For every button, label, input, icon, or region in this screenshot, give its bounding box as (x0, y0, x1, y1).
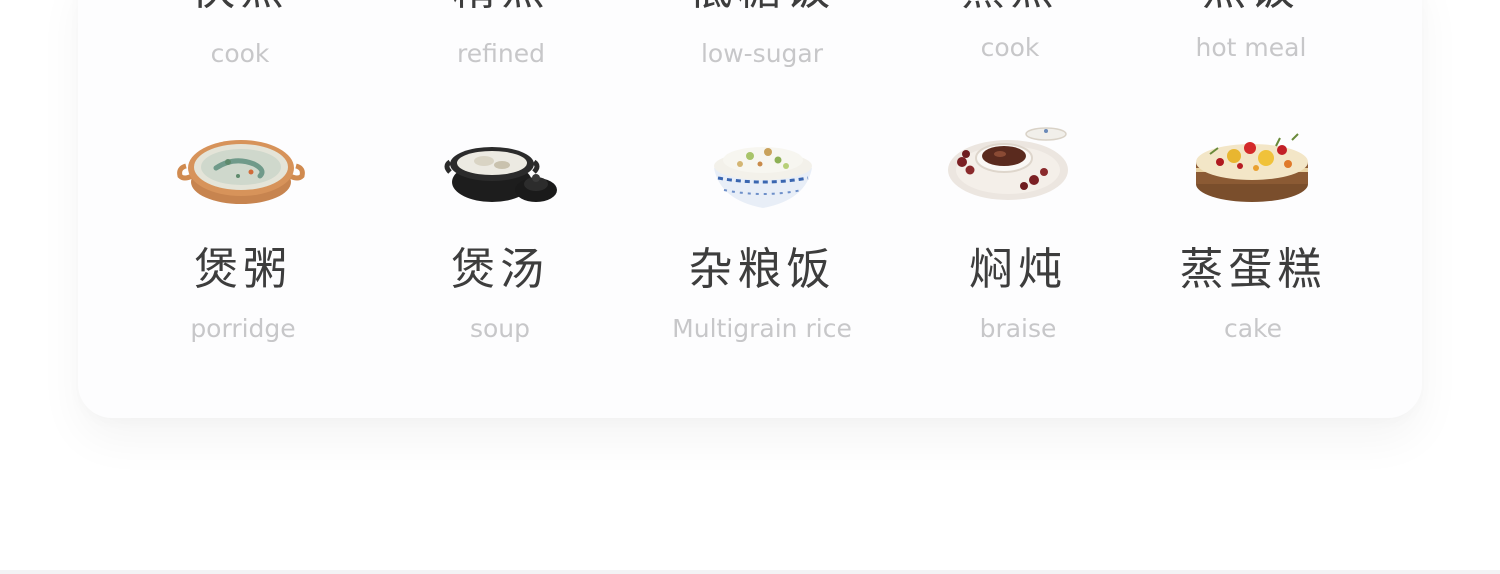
mode-title: 低糖饭 (662, 0, 862, 12)
mode-title: 热饭 (1151, 0, 1351, 12)
mode-item-soup[interactable]: 煲汤 soup (400, 244, 600, 343)
mode-title: 煲粥 (194, 244, 292, 295)
mode-title: 杂粮饭 (688, 244, 836, 295)
mode-item-steam-cook[interactable]: 蒸煮 cook (910, 0, 1110, 60)
mode-item-braise[interactable]: 焖炖 braise (918, 244, 1118, 343)
mode-subtitle: porridge (190, 314, 296, 343)
mode-subtitle: cook (980, 33, 1040, 62)
mode-title: 蒸煮 (910, 0, 1110, 12)
mode-subtitle: Multigrain rice (672, 314, 852, 343)
mode-subtitle: refined (457, 39, 545, 68)
mode-subtitle: cook (210, 39, 270, 68)
cake-icon (1196, 133, 1308, 202)
mode-subtitle: braise (979, 314, 1057, 343)
mode-title: 煲汤 (451, 244, 549, 295)
mode-item-steamed-cake[interactable]: 蒸蛋糕 cake (1153, 244, 1353, 343)
mode-subtitle: soup (469, 314, 531, 343)
mode-title: 焖炖 (969, 244, 1067, 295)
rice-bowl-icon (714, 147, 812, 208)
mode-title: 精煮 (401, 0, 601, 12)
mode-item-hot-meal[interactable]: 热饭 hot meal (1151, 0, 1351, 60)
porridge-bowl-icon (177, 140, 305, 204)
mode-subtitle: low-sugar (700, 39, 824, 68)
mode-subtitle: hot meal (1195, 33, 1307, 62)
mode-title: 蒸蛋糕 (1179, 244, 1327, 295)
mode-item-quick-cook[interactable]: 快煮 cook (140, 0, 340, 66)
mode-item-low-sugar-rice[interactable]: 低糖饭 low-sugar (662, 0, 862, 66)
mode-item-refined-cook[interactable]: 精煮 refined (401, 0, 601, 66)
bottom-divider (0, 570, 1500, 574)
mode-subtitle: cake (1223, 314, 1283, 343)
mode-item-porridge[interactable]: 煲粥 porridge (143, 244, 343, 343)
braise-plate-icon (948, 127, 1068, 200)
mode-title: 快煮 (140, 0, 340, 12)
soup-pot-icon (444, 147, 557, 202)
mode-item-multigrain-rice[interactable]: 杂粮饭 Multigrain rice (662, 244, 862, 343)
